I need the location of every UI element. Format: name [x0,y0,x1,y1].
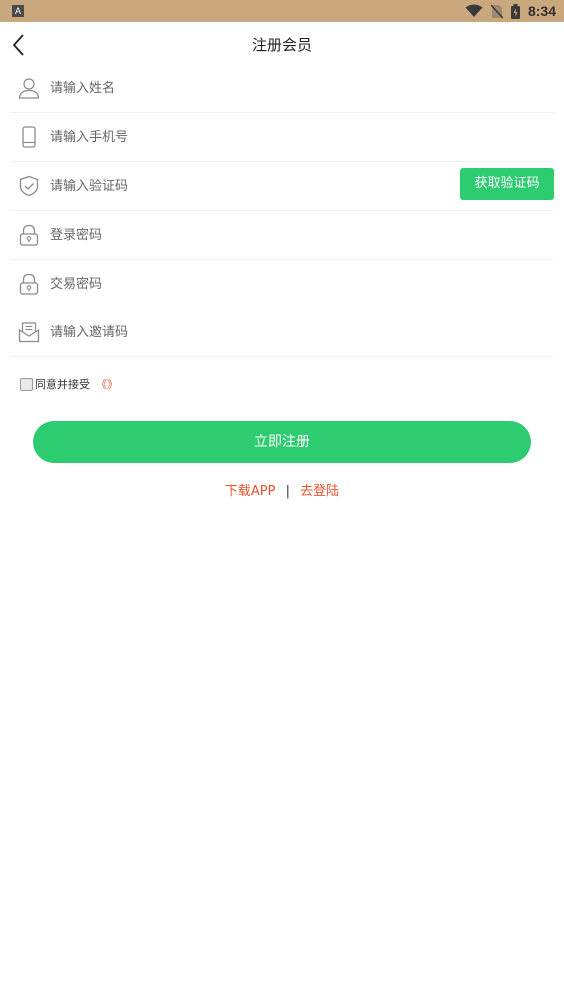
register-form: 获取验证码 [10,64,554,357]
login-password-input[interactable] [50,220,430,250]
wifi-icon [465,4,483,17]
agreement-text: 同意并接受 [35,378,90,391]
phone-icon [22,126,36,148]
battery-icon [510,3,520,19]
agreement-checkbox[interactable] [20,377,33,391]
trade-password-input[interactable] [50,269,430,299]
register-button[interactable]: 立即注册 [33,421,531,463]
shield-check-icon [19,175,39,197]
notification-app-icon: A [12,5,24,17]
lock-icon [19,224,39,246]
code-input[interactable] [50,171,430,201]
status-time: 8:34 [527,3,556,19]
name-input[interactable] [50,73,430,103]
no-sim-icon [490,3,503,19]
get-code-button[interactable]: 获取验证码 [460,168,554,200]
mail-icon [18,322,40,343]
invite-row [10,308,554,357]
code-row: 获取验证码 [10,162,554,211]
nav-bar: 注册会员 [0,22,564,64]
phone-input[interactable] [50,122,430,152]
page-title: 注册会员 [251,36,312,54]
name-row [10,64,554,113]
download-app-link[interactable]: 下载APP [225,480,276,499]
trade-password-row [10,260,554,308]
status-bar: A 8:34 [0,0,564,22]
agreement: 同意并接受 《》 [20,376,118,392]
agreement-link[interactable]: 《》 [96,376,118,392]
user-icon [18,78,40,99]
footer-separator: | [285,484,290,499]
go-login-link[interactable]: 去登陆 [300,480,339,499]
status-icons: 8:34 [465,3,556,19]
footer-links: 下载APP | 去登陆 [0,480,564,499]
login-password-row [10,211,554,260]
invite-input[interactable] [50,317,430,347]
phone-row [10,113,554,162]
lock-icon [19,273,39,295]
